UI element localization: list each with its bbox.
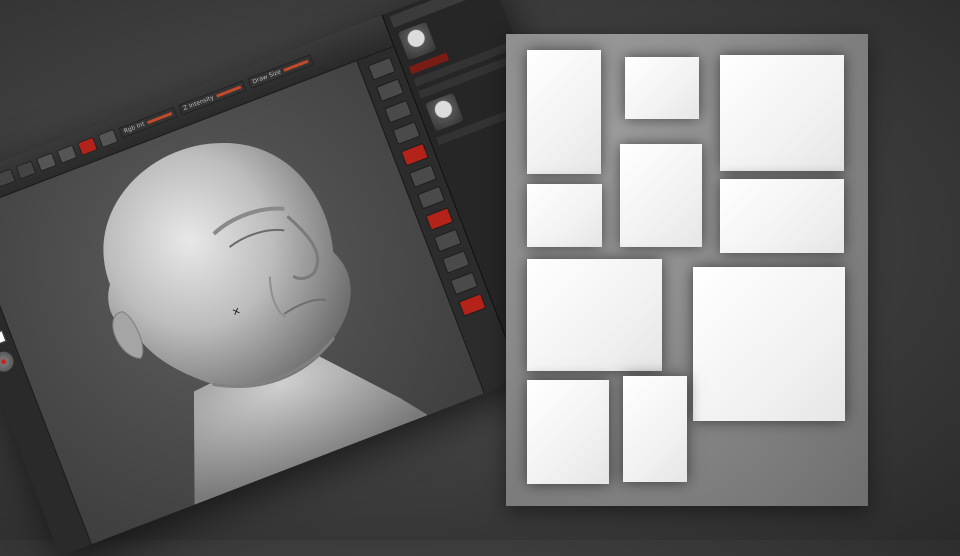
spix-button[interactable] bbox=[375, 78, 404, 103]
layout-panel bbox=[506, 34, 868, 506]
layout-tile[interactable] bbox=[693, 267, 845, 421]
polyf-button[interactable] bbox=[457, 293, 487, 317]
bpr-button[interactable] bbox=[367, 57, 396, 81]
aahalf-button[interactable] bbox=[408, 164, 437, 189]
frame-button[interactable] bbox=[441, 250, 470, 274]
swatch-icon[interactable] bbox=[0, 327, 7, 349]
persp-button[interactable] bbox=[416, 185, 445, 210]
rotate-button[interactable] bbox=[15, 159, 37, 180]
rgb-button[interactable] bbox=[56, 144, 78, 164]
zoom-button[interactable] bbox=[391, 121, 421, 146]
layout-tile[interactable] bbox=[527, 380, 609, 484]
layout-tile[interactable] bbox=[623, 376, 687, 482]
layout-tile[interactable] bbox=[625, 57, 699, 119]
zsub-button[interactable] bbox=[97, 128, 119, 148]
tool-thumbnail-icon[interactable] bbox=[397, 21, 437, 61]
move-view-button[interactable] bbox=[449, 271, 478, 296]
actual-button[interactable] bbox=[400, 143, 429, 167]
scroll-button[interactable] bbox=[383, 100, 412, 124]
layout-tile[interactable] bbox=[527, 50, 601, 174]
floor-button[interactable] bbox=[424, 207, 454, 231]
layout-tile[interactable] bbox=[527, 184, 602, 247]
secondary-color-swatch[interactable] bbox=[0, 330, 7, 347]
zadd-button[interactable] bbox=[76, 136, 98, 156]
mrgb-button[interactable] bbox=[35, 152, 57, 172]
layout-tile[interactable] bbox=[720, 55, 844, 171]
layout-tile[interactable] bbox=[620, 144, 702, 247]
tool-palette-header[interactable] bbox=[389, 0, 491, 28]
subtool-thumbnail-icon[interactable] bbox=[425, 92, 464, 132]
brush-alpha-icon[interactable] bbox=[0, 348, 17, 375]
layout-tile[interactable] bbox=[720, 179, 844, 253]
scale-button[interactable] bbox=[0, 167, 16, 187]
local-button[interactable] bbox=[433, 228, 462, 253]
layout-tile[interactable] bbox=[527, 259, 662, 371]
